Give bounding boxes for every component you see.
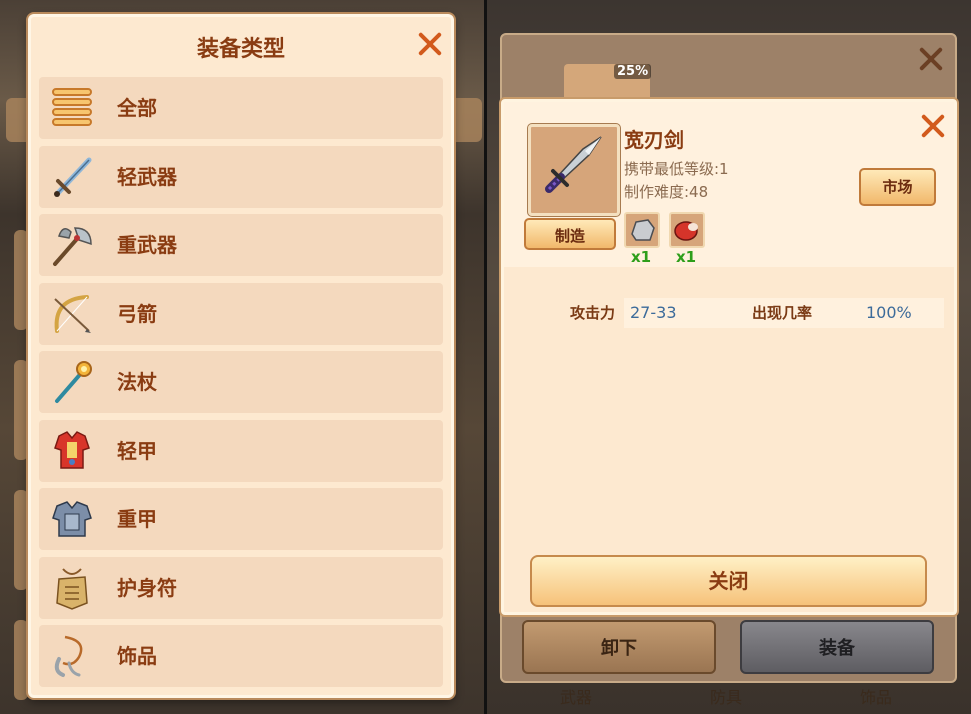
type-item-label: 轻甲 [117,438,157,463]
type-item-heavy-weapon[interactable]: 重武器 [39,214,443,276]
axe-icon [53,227,92,266]
unequip-button[interactable]: 卸下 [522,620,716,674]
type-item-label: 弓箭 [117,301,157,326]
close-icon[interactable] [417,31,443,57]
type-item-all[interactable]: 全部 [39,77,443,139]
close-button[interactable]: 关闭 [530,555,927,607]
equip-button[interactable]: 装备 [740,620,934,674]
light-armor-icon [54,430,90,469]
type-item-label: 轻武器 [117,164,177,189]
bg-card-fragment [14,490,28,590]
material-slot[interactable] [624,212,660,248]
tab-weapon[interactable]: 武器 [560,684,592,708]
list-icon [52,88,92,126]
tab-armor[interactable]: 防具 [710,684,742,708]
drop-chance-label: 出现几率 [752,304,813,322]
panel-title: 装备类型 [196,37,285,62]
type-item-bow[interactable]: 弓箭 [39,282,443,345]
tab-accessory[interactable]: 饰品 [860,684,892,708]
market-button[interactable]: 市场 [859,168,936,206]
bg-card-fragment [14,360,28,460]
accessory-icon [54,635,83,677]
attack-label: 攻击力 [570,304,616,322]
craft-button[interactable]: 制造 [524,218,616,250]
type-item-amulet[interactable]: 护身符 [39,556,443,619]
heavy-armor-icon [52,501,92,537]
type-item-light-armor[interactable]: 轻甲 [39,419,443,482]
close-icon[interactable] [920,113,946,139]
item-craft-difficulty: 制作难度:48 [624,183,709,201]
equipment-type-list: 全部 轻武器 重武器 弓箭 法杖 轻甲 重甲 护身符 饰品 [39,77,443,694]
stone-material-icon [631,219,655,241]
type-item-light-weapon[interactable]: 轻武器 [39,145,443,208]
meat-material-icon [674,221,698,241]
sword-icon [54,157,92,197]
bg-card-fragment [14,620,28,700]
type-item-label: 重武器 [117,233,177,257]
type-item-staff[interactable]: 法杖 [39,351,443,413]
type-item-heavy-armor[interactable]: 重甲 [39,488,443,550]
material-count: x1 [676,248,697,266]
equipment-type-panel: 装备类型 全部 轻武器 重武器 弓箭 法杖 轻甲 重甲 护身符 饰品 [28,14,454,698]
material-slot[interactable] [669,212,705,248]
attack-value: 27-33 [630,303,677,322]
drop-chance-value: 100% [866,303,912,322]
thumbnail-percent-badge: 25% [614,64,652,79]
item-detail-dialog: 宽刃剑 携带最低等级:1 制作难度:48 制造 市场 x1 x1 攻击力 27-… [501,99,957,615]
background-close-icon[interactable] [918,46,944,72]
item-min-level: 携带最低等级:1 [624,160,729,178]
bg-card-fragment [14,230,28,330]
broad-sword-icon [545,136,602,193]
type-item-label: 护身符 [117,575,177,600]
type-item-label: 饰品 [117,644,157,668]
item-slot [528,124,620,216]
staff-icon [55,361,92,403]
type-item-accessory[interactable]: 饰品 [39,625,443,687]
amulet-icon [56,567,88,610]
item-name: 宽刃剑 [624,128,684,152]
material-count: x1 [631,248,652,266]
type-item-label: 法杖 [117,370,157,394]
type-item-label: 全部 [117,96,157,120]
type-item-label: 重甲 [117,507,157,531]
bow-icon [54,294,91,333]
